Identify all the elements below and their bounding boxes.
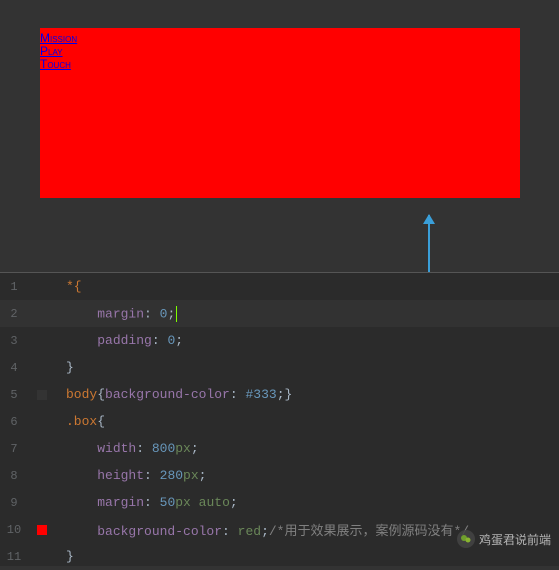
link-mission[interactable]: Mission xyxy=(40,32,520,45)
line-number: 5 xyxy=(0,388,28,402)
line-number: 7 xyxy=(0,442,28,456)
line-number: 4 xyxy=(0,361,28,375)
code-content[interactable]: } xyxy=(66,549,74,564)
line-number: 1 xyxy=(0,280,28,294)
code-line[interactable]: 2 margin: 0; xyxy=(0,300,559,327)
code-line[interactable]: 9 margin: 50px auto; xyxy=(0,489,559,516)
line-number: 11 xyxy=(0,550,28,564)
color-swatch-icon xyxy=(37,525,47,535)
code-content[interactable]: margin: 50px auto; xyxy=(66,495,238,510)
code-content[interactable]: } xyxy=(66,360,74,375)
code-line[interactable]: 7 width: 800px; xyxy=(0,435,559,462)
watermark-text: 鸡蛋君说前端 xyxy=(479,531,551,548)
code-content[interactable]: margin: 0; xyxy=(66,306,177,322)
gutter-marker xyxy=(28,390,56,400)
code-content[interactable]: height: 280px; xyxy=(66,468,206,483)
code-content[interactable]: background-color: red;/*用于效果展示，案例源码没有*/ xyxy=(66,520,469,539)
line-number: 3 xyxy=(0,334,28,348)
wechat-icon xyxy=(457,530,475,548)
code-line[interactable]: 1 *{ xyxy=(0,273,559,300)
code-content[interactable]: .box{ xyxy=(66,414,105,429)
code-line[interactable]: 4} xyxy=(0,354,559,381)
code-line[interactable]: 8 height: 280px; xyxy=(0,462,559,489)
line-number: 9 xyxy=(0,496,28,510)
red-box: Mission Play Touch xyxy=(40,28,520,198)
code-content[interactable]: padding: 0; xyxy=(66,333,183,348)
watermark: 鸡蛋君说前端 xyxy=(457,530,551,548)
code-content[interactable]: body{background-color: #333;} xyxy=(66,387,292,402)
line-number: 6 xyxy=(0,415,28,429)
line-number: 8 xyxy=(0,469,28,483)
link-play[interactable]: Play xyxy=(40,45,520,58)
code-line[interactable]: 3 padding: 0; xyxy=(0,327,559,354)
code-content[interactable]: width: 800px; xyxy=(66,441,199,456)
color-swatch-icon xyxy=(37,390,47,400)
code-line[interactable]: 6 .box{ xyxy=(0,408,559,435)
line-number: 2 xyxy=(0,307,28,321)
text-cursor xyxy=(176,306,177,322)
gutter-marker xyxy=(28,525,56,535)
code-editor[interactable]: 1*{2 margin: 0;3 padding: 0;4}5body{back… xyxy=(0,272,559,566)
code-content[interactable]: *{ xyxy=(66,279,82,294)
link-touch[interactable]: Touch xyxy=(40,58,520,71)
line-number: 10 xyxy=(0,523,28,537)
code-line[interactable]: 5 body{background-color: #333;} xyxy=(0,381,559,408)
preview-pane: Mission Play Touch xyxy=(0,0,559,218)
